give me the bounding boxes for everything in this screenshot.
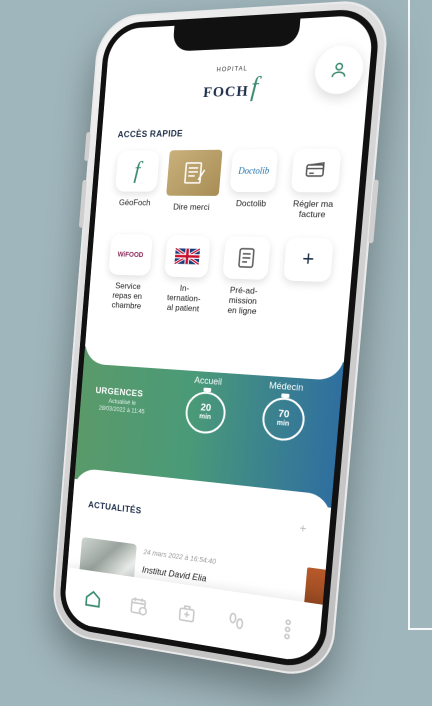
footprints-icon — [225, 609, 248, 634]
tile-doctolib[interactable]: Doctolib Doctolib — [222, 149, 285, 219]
tile-label: GéoFoch — [118, 197, 151, 208]
news-more-button[interactable]: + — [299, 521, 307, 536]
tile-add-shortcut[interactable]: + — [274, 237, 340, 320]
foch-f-icon: f — [114, 150, 160, 192]
tile-label: Dire merci — [172, 201, 210, 212]
news-date: 24 mars 2022 à 16:54:40 — [143, 549, 217, 566]
medecin-label: Médecin — [268, 380, 304, 393]
uk-flag-icon — [164, 235, 211, 278]
notepad-pen-icon — [166, 149, 223, 196]
logo-word: FOCH — [202, 83, 250, 102]
accueil-unit: min — [198, 413, 212, 422]
news-title: ACTUALITÉS — [87, 499, 142, 516]
calendar-icon — [128, 594, 150, 618]
urgences-updated-text: Actualisé le 28/03/2022 à 11:45 — [98, 398, 145, 416]
phone-shell: HOPITAL FOCHf ACCÈS RAPIDE f GéoFoch Dir… — [50, 0, 391, 682]
nav-more[interactable] — [270, 611, 305, 649]
stopwatch-icon: 20 min — [183, 390, 228, 436]
logo-mark: f — [249, 71, 260, 102]
tile-label: Service repas en chambre — [111, 280, 143, 312]
doctolib-logo-icon: Doctolib — [229, 149, 279, 193]
quick-access-row-2: WiFOOD Service repas en chambre In- tern… — [100, 234, 340, 320]
quick-access-title: ACCÈS RAPIDE — [117, 128, 184, 140]
tile-geofoch[interactable]: f GéoFoch — [108, 150, 166, 217]
stopwatch-icon: 70 min — [260, 396, 307, 443]
plus-icon: + — [283, 237, 334, 283]
nav-appointments[interactable] — [123, 588, 154, 623]
volume-button — [78, 179, 87, 228]
tile-label: In- ternation- al patient — [166, 282, 202, 314]
tile-dire-merci[interactable]: Dire merci — [163, 149, 223, 219]
document-icon — [222, 236, 271, 280]
more-dots-icon — [282, 616, 294, 642]
nav-home[interactable] — [78, 582, 108, 617]
accueil-wait-time: Accueil 20 min — [176, 374, 238, 436]
tile-international-patient[interactable]: In- ternation- al patient — [156, 235, 217, 315]
background-divider-line — [408, 0, 410, 630]
accueil-label: Accueil — [193, 374, 223, 387]
medecin-unit: min — [276, 419, 290, 429]
silent-switch — [84, 132, 91, 161]
urgences-title: URGENCES — [95, 385, 144, 399]
background-divider-foot — [408, 628, 432, 630]
tile-regler-facture[interactable]: Régler ma facture — [282, 148, 347, 220]
user-icon — [329, 60, 349, 80]
medecin-wait-time: Médecin 70 min — [252, 379, 317, 443]
quick-access-row-1: f GéoFoch Dire merci Doctolib Doctolib R… — [108, 148, 348, 220]
nav-medical[interactable] — [171, 596, 204, 632]
tile-label: Pré-ad- mission en ligne — [227, 284, 258, 317]
home-icon — [83, 587, 104, 611]
medical-bag-icon — [176, 601, 198, 626]
tile-label: Doctolib — [235, 198, 267, 209]
phone-mockup: HOPITAL FOCHf ACCÈS RAPIDE f GéoFoch Dir… — [50, 0, 391, 682]
credit-card-icon — [290, 148, 342, 193]
tile-label: Régler ma facture — [292, 198, 334, 220]
power-button — [368, 179, 379, 244]
nav-steps[interactable] — [220, 603, 254, 640]
tile-pre-admission[interactable]: Pré-ad- mission en ligne — [214, 236, 277, 317]
tile-service-repas[interactable]: WiFOOD Service repas en chambre — [100, 234, 158, 312]
wifood-logo-icon: WiFOOD — [108, 234, 153, 276]
